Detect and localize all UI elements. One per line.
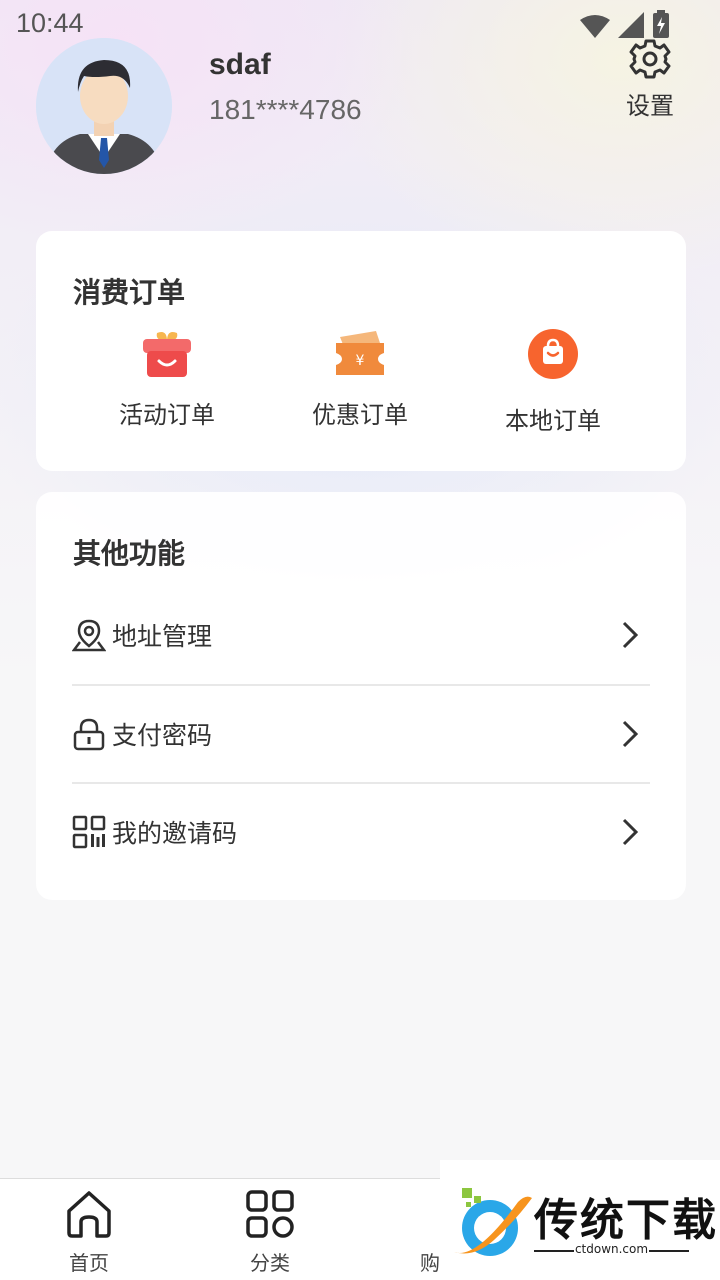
tab-category-label: 分类 [250, 1251, 290, 1275]
activity-orders-button[interactable]: 活动订单 [92, 329, 242, 430]
watermark-logo-icon [454, 1188, 532, 1256]
address-management-row[interactable]: 地址管理 [72, 586, 650, 684]
username: sdaf [209, 48, 271, 81]
phone-number: 181****4786 [209, 94, 362, 125]
invite-code-row[interactable]: 我的邀请码 [72, 783, 650, 881]
payment-password-row[interactable]: 支付密码 [72, 685, 650, 783]
category-icon [246, 1190, 294, 1238]
chevron-right-icon [622, 720, 639, 748]
settings-button[interactable]: 设置 [620, 38, 680, 121]
orders-card: 消费订单 活动订单 ¥ 优惠订单 本地订单 [36, 231, 686, 471]
other-functions-card: 其他功能 地址管理 支付密码 我的邀请码 [36, 492, 686, 900]
battery-icon [653, 10, 669, 38]
location-pin-icon [72, 619, 106, 652]
local-orders-button[interactable]: 本地订单 [478, 327, 628, 436]
gear-icon [629, 39, 671, 79]
chevron-right-icon [622, 621, 639, 649]
tab-category[interactable]: 分类 [225, 1189, 315, 1276]
settings-label: 设置 [626, 92, 674, 120]
payment-password-label: 支付密码 [112, 721, 213, 750]
invite-code-label: 我的邀请码 [112, 819, 238, 848]
chevron-right-icon [622, 818, 639, 846]
shopping-bag-icon [528, 329, 578, 379]
local-orders-label: 本地订单 [505, 407, 601, 435]
tab-home[interactable]: 首页 [44, 1189, 134, 1276]
watermark-brand: 传统下载 [534, 1195, 718, 1246]
discount-orders-button[interactable]: ¥ 优惠订单 [285, 329, 435, 430]
discount-orders-label: 优惠订单 [312, 401, 408, 429]
other-functions-title: 其他功能 [73, 537, 186, 570]
activity-orders-label: 活动订单 [119, 401, 215, 429]
status-time: 10:44 [16, 8, 84, 38]
svg-text:¥: ¥ [356, 353, 365, 369]
watermark-domain: ctdown.com [534, 1242, 689, 1256]
watermark: 传统下载 ctdown.com [440, 1160, 720, 1280]
orders-title: 消费订单 [73, 276, 186, 309]
wifi-icon [580, 15, 610, 38]
home-icon [67, 1191, 111, 1238]
signal-icon [618, 12, 644, 38]
avatar[interactable] [36, 38, 172, 174]
qr-code-icon [72, 815, 106, 849]
lock-icon [73, 718, 105, 751]
avatar-illustration [36, 38, 172, 174]
status-icons [580, 10, 670, 38]
gift-icon [143, 332, 191, 377]
tab-home-label: 首页 [69, 1251, 109, 1275]
address-management-label: 地址管理 [112, 622, 213, 651]
coupon-icon: ¥ [336, 331, 384, 375]
